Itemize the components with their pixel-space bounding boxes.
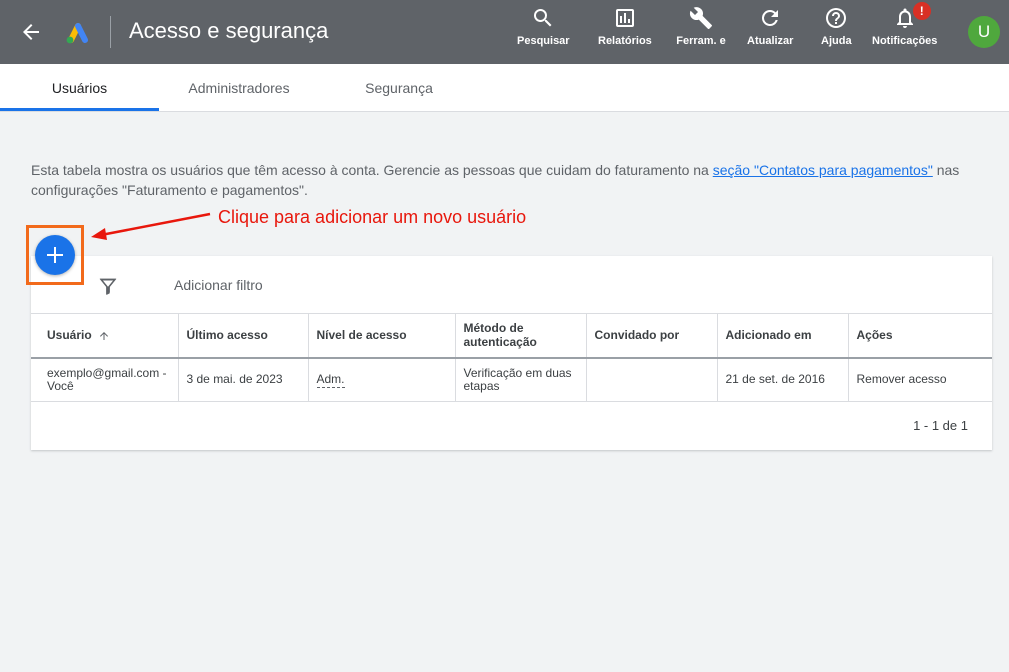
remove-access-button[interactable]: Remover acesso — [857, 372, 947, 386]
help-button[interactable]: Ajuda — [821, 6, 852, 48]
plus-icon — [47, 247, 63, 263]
page-description: Esta tabela mostra os usuários que têm a… — [31, 160, 991, 200]
column-header-access-level[interactable]: Nível de acesso — [308, 313, 456, 359]
avatar[interactable]: U — [968, 16, 1000, 48]
help-label: Ajuda — [821, 35, 852, 47]
cell-actions: Remover acesso — [848, 357, 992, 402]
cell-access-level: Adm. — [308, 357, 456, 402]
cell-last-access: 3 de mai. de 2023 — [178, 357, 309, 402]
reports-button[interactable]: Relatórios — [598, 6, 652, 48]
tools-label: Ferram. e — [676, 35, 726, 47]
notification-badge: ! — [912, 2, 931, 20]
reports-label: Relatórios — [598, 35, 652, 47]
refresh-label: Atualizar — [747, 35, 794, 47]
tab-administrators[interactable]: Administradores — [159, 64, 319, 111]
header-divider — [110, 16, 111, 48]
column-header-actions: Ações — [848, 313, 992, 359]
refresh-icon — [762, 9, 779, 26]
search-button[interactable]: Pesquisar — [517, 6, 570, 48]
cell-added-on: 21 de set. de 2016 — [717, 357, 849, 402]
cell-user: exemplo@gmail.com - Você — [31, 357, 179, 402]
column-header-user[interactable]: Usuário — [31, 313, 179, 359]
tab-security[interactable]: Segurança — [319, 64, 479, 111]
users-table-card: Adicionar filtro Usuário Último acesso N… — [31, 256, 992, 450]
tools-button[interactable]: Ferram. e — [676, 6, 726, 48]
refresh-button[interactable]: Atualizar — [747, 6, 793, 48]
table-row: exemplo@gmail.com - Você 3 de mai. de 20… — [31, 357, 992, 402]
column-header-user-label: Usuário — [47, 328, 92, 343]
back-arrow-icon[interactable] — [18, 20, 44, 44]
wrench-icon — [689, 7, 712, 29]
column-header-invited-by[interactable]: Convidado por — [586, 313, 718, 359]
cell-invited-by — [586, 357, 718, 402]
add-filter-button[interactable]: Adicionar filtro — [174, 277, 263, 293]
column-header-auth-method[interactable]: Método de autenticação — [455, 313, 587, 359]
tab-users[interactable]: Usuários — [0, 64, 159, 111]
column-header-last-access[interactable]: Último acesso — [178, 313, 309, 359]
notifications-button[interactable]: ! Notificações — [872, 2, 938, 48]
page-title: Acesso e segurança — [129, 18, 329, 43]
tab-bar: Usuários Administradores Segurança — [0, 64, 1009, 112]
notifications-label: Notificações — [872, 35, 938, 47]
arrow-up-icon[interactable] — [98, 330, 110, 342]
payment-contacts-link[interactable]: seção "Contatos para pagamentos" — [713, 162, 933, 178]
search-icon — [534, 9, 552, 27]
access-level-dropdown[interactable]: Adm. — [316, 372, 345, 389]
cell-auth-method: Verificação em duas etapas — [455, 357, 587, 402]
search-label: Pesquisar — [517, 35, 570, 47]
reports-icon — [615, 9, 634, 27]
table-header-row: Usuário Último acesso Nível de acesso Mé… — [31, 313, 992, 359]
column-header-added-on[interactable]: Adicionado em — [717, 313, 849, 359]
help-icon — [826, 8, 847, 28]
add-user-button[interactable] — [35, 235, 75, 275]
annotation-arrow-icon — [91, 212, 211, 240]
google-ads-logo-icon[interactable] — [62, 18, 92, 46]
users-table: Usuário Último acesso Nível de acesso Mé… — [31, 313, 992, 402]
filter-icon[interactable] — [97, 275, 119, 297]
pagination-label: 1 - 1 de 1 — [913, 418, 968, 433]
bell-wrapper: ! — [893, 2, 931, 30]
description-text-before: Esta tabela mostra os usuários que têm a… — [31, 162, 713, 178]
annotation-text: Clique para adicionar um novo usuário — [218, 207, 527, 227]
top-app-bar: Acesso e segurança Pesquisar Relatórios … — [0, 0, 1009, 64]
